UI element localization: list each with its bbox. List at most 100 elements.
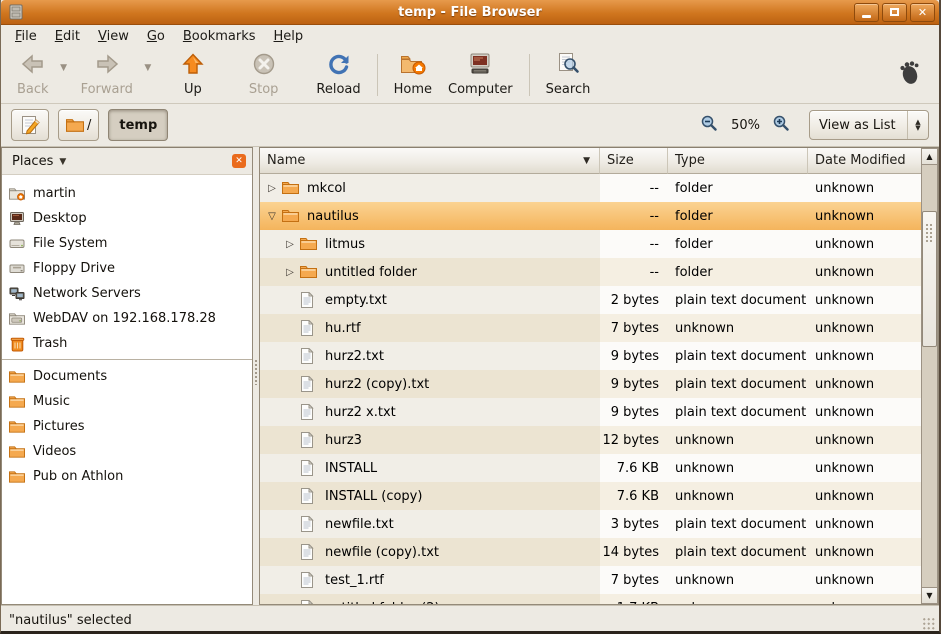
- table-row[interactable]: newfile (copy).txt 14 bytes plain text d…: [260, 538, 921, 566]
- file-date-modified: unknown: [808, 174, 921, 202]
- gnome-throbber-icon: [897, 60, 921, 90]
- menu-help[interactable]: Help: [266, 26, 312, 47]
- sidebar-item-trash[interactable]: Trash: [2, 331, 252, 356]
- resize-grip[interactable]: [922, 617, 936, 631]
- expander-icon[interactable]: ▷: [283, 239, 297, 250]
- scroll-up-icon[interactable]: ▲: [921, 148, 938, 165]
- forward-dropdown-icon[interactable]: ▼: [141, 63, 155, 73]
- chevron-down-icon[interactable]: ▼: [59, 157, 66, 167]
- edit-location-button[interactable]: [11, 109, 49, 141]
- table-row[interactable]: INSTALL (copy) 7.6 KB unknown unknown: [260, 482, 921, 510]
- zoom-out-button[interactable]: [701, 115, 718, 136]
- root-folder-button[interactable]: /: [58, 109, 99, 141]
- table-row[interactable]: untitled folder (2) 1.7 KB unknown unkno…: [260, 594, 921, 604]
- file-name: hurz2 (copy).txt: [325, 377, 429, 392]
- column-header-name[interactable]: Name ▼: [260, 148, 600, 174]
- zoom-in-button[interactable]: [773, 115, 790, 136]
- search-button[interactable]: Search: [538, 50, 599, 99]
- sidebar-item-pub-on-athlon[interactable]: Pub on Athlon: [2, 464, 252, 489]
- file-type: plain text document: [668, 398, 808, 426]
- column-header-date-modified[interactable]: Date Modified: [808, 148, 921, 174]
- sidebar-item-file-system[interactable]: File System: [2, 231, 252, 256]
- text-file-icon: [300, 544, 318, 560]
- minimize-button[interactable]: [854, 3, 879, 22]
- sidebar-item-network-servers[interactable]: Network Servers: [2, 281, 252, 306]
- column-header-type[interactable]: Type: [668, 148, 808, 174]
- back-icon: [20, 52, 46, 80]
- reload-icon: [327, 52, 351, 80]
- menubar: File Edit View Go Bookmarks Help: [1, 25, 939, 48]
- menu-edit[interactable]: Edit: [47, 26, 88, 47]
- table-row[interactable]: INSTALL 7.6 KB unknown unknown: [260, 454, 921, 482]
- places-sidebar: Places ▼ ✕ martinDesktopFile SystemFlopp…: [1, 147, 253, 605]
- sidebar-item-martin[interactable]: martin: [2, 181, 252, 206]
- back-button[interactable]: Back: [9, 50, 57, 99]
- file-size: 3 bytes: [600, 510, 668, 538]
- table-row[interactable]: ▽ nautilus -- folder unknown: [260, 202, 921, 230]
- computer-button[interactable]: Computer: [440, 50, 521, 99]
- sidebar-item-floppy-drive[interactable]: Floppy Drive: [2, 256, 252, 281]
- file-name: hu.rtf: [325, 321, 361, 336]
- file-date-modified: unknown: [808, 314, 921, 342]
- back-dropdown-icon[interactable]: ▼: [57, 63, 71, 73]
- expander-icon[interactable]: ▷: [283, 267, 297, 278]
- sidebar-close-button[interactable]: ✕: [232, 154, 246, 168]
- file-name: test_1.rtf: [325, 573, 384, 588]
- file-date-modified: unknown: [808, 454, 921, 482]
- share-folder-icon: [9, 311, 25, 327]
- table-row[interactable]: hurz2 x.txt 9 bytes plain text document …: [260, 398, 921, 426]
- sidebar-item-music[interactable]: Music: [2, 389, 252, 414]
- close-button[interactable]: ✕: [910, 3, 935, 22]
- current-folder-button[interactable]: temp: [108, 109, 168, 141]
- menu-go[interactable]: Go: [139, 26, 173, 47]
- sidebar-item-webdav-on-192-168-178-28[interactable]: WebDAV on 192.168.178.28: [2, 306, 252, 331]
- sidebar-item-documents[interactable]: Documents: [2, 364, 252, 389]
- forward-button[interactable]: Forward: [73, 50, 141, 99]
- window-icon: [7, 3, 25, 21]
- file-type: unknown: [668, 566, 808, 594]
- file-type: plain text document: [668, 370, 808, 398]
- forward-icon: [94, 52, 120, 80]
- location-bar: / temp 50% View as List ▲▼: [1, 104, 939, 147]
- scrollbar-trough[interactable]: [921, 165, 938, 587]
- table-row[interactable]: hurz2 (copy).txt 9 bytes plain text docu…: [260, 370, 921, 398]
- sort-descending-icon: ▼: [583, 156, 590, 166]
- table-row[interactable]: ▷ mkcol -- folder unknown: [260, 174, 921, 202]
- sidebar-item-desktop[interactable]: Desktop: [2, 206, 252, 231]
- expander-icon[interactable]: ▷: [265, 183, 279, 194]
- file-name: untitled folder: [325, 265, 417, 280]
- menu-file[interactable]: File: [7, 26, 45, 47]
- combo-spin-icons: ▲▼: [907, 111, 928, 139]
- sidebar-item-label: Music: [33, 394, 70, 409]
- text-file-icon: [300, 432, 318, 448]
- table-row[interactable]: hurz2.txt 9 bytes plain text document un…: [260, 342, 921, 370]
- home-button[interactable]: Home: [386, 50, 440, 99]
- table-row[interactable]: empty.txt 2 bytes plain text document un…: [260, 286, 921, 314]
- table-row[interactable]: newfile.txt 3 bytes plain text document …: [260, 510, 921, 538]
- sidebar-item-videos[interactable]: Videos: [2, 439, 252, 464]
- expander-icon[interactable]: ▽: [265, 211, 279, 222]
- menu-bookmarks[interactable]: Bookmarks: [175, 26, 264, 47]
- table-row[interactable]: test_1.rtf 7 bytes unknown unknown: [260, 566, 921, 594]
- vertical-scrollbar[interactable]: ▲ ▼: [921, 148, 938, 604]
- table-row[interactable]: hu.rtf 7 bytes unknown unknown: [260, 314, 921, 342]
- sidebar-item-pictures[interactable]: Pictures: [2, 414, 252, 439]
- places-dropdown[interactable]: Places: [8, 154, 53, 169]
- file-size: --: [600, 174, 668, 202]
- table-row[interactable]: ▷ litmus -- folder unknown: [260, 230, 921, 258]
- scroll-down-icon[interactable]: ▼: [921, 587, 938, 604]
- maximize-button[interactable]: [882, 3, 907, 22]
- table-row[interactable]: ▷ untitled folder -- folder unknown: [260, 258, 921, 286]
- column-header-size[interactable]: Size: [600, 148, 668, 174]
- menu-view[interactable]: View: [90, 26, 137, 47]
- file-type: unknown: [668, 314, 808, 342]
- zoom-in-icon: [773, 115, 790, 132]
- reload-button[interactable]: Reload: [308, 50, 368, 99]
- stop-button[interactable]: Stop: [241, 50, 287, 99]
- table-row[interactable]: hurz3 12 bytes unknown unknown: [260, 426, 921, 454]
- view-mode-select[interactable]: View as List ▲▼: [809, 110, 929, 140]
- text-file-icon: [300, 460, 318, 476]
- up-button[interactable]: Up: [171, 50, 215, 99]
- text-file-icon: [300, 516, 318, 532]
- trash-icon: [9, 336, 25, 352]
